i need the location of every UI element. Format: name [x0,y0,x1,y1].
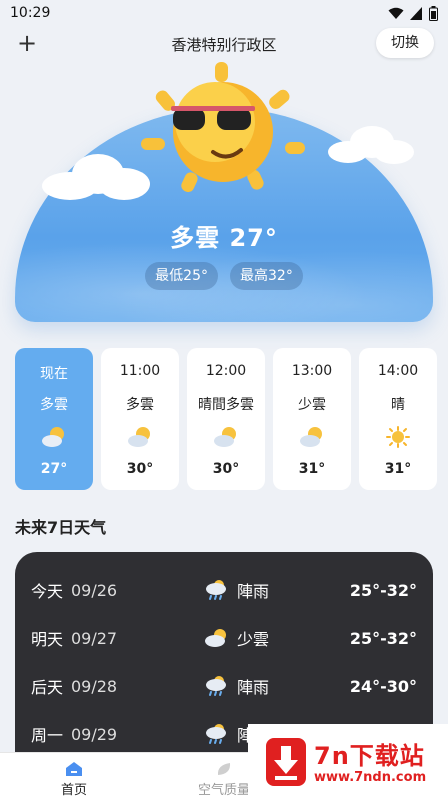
status-bar: 10:29 [0,0,448,26]
hour-temp: 30° [212,461,240,477]
forecast-row[interactable]: 明天 09/27 少雲 25°-32° [15,614,433,662]
cloud-left-icon [42,154,150,200]
forecast-condition: 陣雨 [237,678,270,697]
hour-temp: 31° [384,461,412,477]
download-arrow-icon [266,738,306,786]
watermark-title: 7n下载站 [314,742,425,770]
partly-cloudy-icon [300,427,322,447]
hour-card[interactable]: 14:00 晴 31° [359,348,437,490]
leaf-icon [217,763,231,775]
rain-icon [206,676,226,696]
switch-city-button[interactable]: 切换 [376,28,434,58]
tab-home-label: 首页 [60,783,87,798]
hour-time: 12:00 [205,363,247,379]
hour-time: 14:00 [377,363,419,379]
status-time: 10:29 [10,5,51,21]
hourly-forecast[interactable]: 现在 多雲 27° 11:00 多雲 30° 12:00 晴間多雲 30° 13… [15,348,448,490]
tab-air-label: 空气质量 [197,783,250,798]
partly-cloudy-icon [128,427,150,447]
top-bar: + 香港特别行政区 切换 [0,28,448,62]
forecast-date: 09/27 [71,628,118,648]
hour-desc: 晴 [391,397,405,413]
forecast-condition: 少雲 [237,630,270,649]
high-temp-badge: 最高32° [230,262,303,290]
forecast-date: 09/28 [71,676,118,696]
hour-card[interactable]: 现在 多雲 27° [15,348,93,490]
hour-temp: 30° [126,461,154,477]
site-watermark: 7n下载站 www.7ndn.com [248,724,448,800]
temp-range: 最低25° 最高32° [0,262,448,290]
hour-temp: 27° [40,461,68,477]
forecast-row[interactable]: 今天 09/26 陣雨 25°-32° [15,566,433,614]
watermark-url: www.7ndn.com [314,770,427,785]
rain-icon [206,724,226,744]
hour-desc: 少雲 [298,397,326,413]
hour-time: 11:00 [119,363,161,379]
forecast-temp: 25°-32° [349,580,417,600]
hour-temp: 31° [298,461,326,477]
rain-icon [206,580,226,600]
hour-card[interactable]: 13:00 少雲 31° [273,348,351,490]
partly-cloudy-icon [205,629,226,647]
low-temp-badge: 最低25° [145,262,218,290]
hour-desc: 晴間多雲 [198,397,254,413]
hour-time: 13:00 [291,363,333,379]
forecast-temp: 24°-30° [349,676,417,696]
sun-icon [386,426,410,448]
forecast-section-title: 未来7日天气 [15,518,107,537]
forecast-date: 09/29 [71,724,118,744]
partly-cloudy-icon [214,427,236,447]
forecast-day: 周一 [31,726,64,745]
status-icons [388,5,438,21]
tab-home[interactable]: 首页 [24,753,124,800]
forecast-day: 今天 [31,582,64,601]
forecast-temp: 25°-32° [349,628,417,648]
forecast-row[interactable]: 后天 09/28 陣雨 24°-30° [15,662,433,710]
current-condition-temp: 多雲 27° [170,224,278,252]
hour-card[interactable]: 11:00 多雲 30° [101,348,179,490]
hour-time: 现在 [40,366,68,382]
hour-card[interactable]: 12:00 晴間多雲 30° [187,348,265,490]
signal-icon [410,6,422,20]
forecast-condition: 陣雨 [237,582,270,601]
partly-cloudy-icon [42,427,64,447]
hour-desc: 多雲 [40,397,68,413]
battery-icon [429,5,438,21]
forecast-date: 09/26 [71,580,118,600]
forecast-day: 明天 [31,630,64,649]
sun-sunglasses-icon [141,62,305,193]
home-icon [66,762,82,776]
wifi-icon [388,7,404,19]
hour-desc: 多雲 [126,397,154,413]
forecast-day: 后天 [31,678,64,697]
cloud-right-icon [328,126,414,164]
